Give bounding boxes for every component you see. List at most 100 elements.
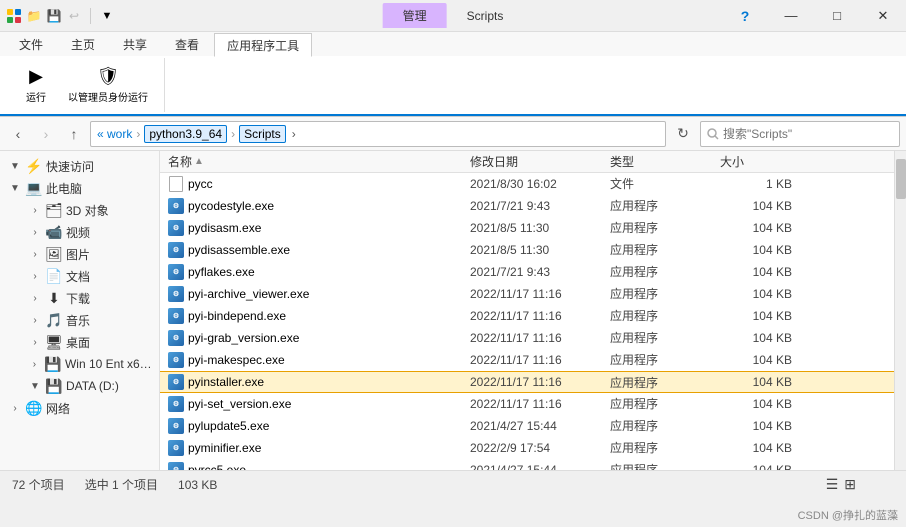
file-size-cell: 104 KB (720, 441, 800, 455)
ribbon: 文件 主页 共享 查看 应用程序工具 ▶ 运行 🛡 以管理员身份运行 (0, 32, 906, 117)
breadcrumb-scripts[interactable]: Scripts (239, 125, 286, 143)
run-button[interactable]: ▶ 运行 (16, 62, 56, 108)
file-type-cell: 应用程序 (610, 197, 720, 214)
file-icon-wrapper: ⚙ (168, 330, 184, 346)
back-button[interactable]: ‹ (6, 122, 30, 146)
col-header-size[interactable]: 大小 (720, 153, 800, 170)
sidebar-item-documents[interactable]: › 📄 文档 (0, 265, 159, 287)
file-size-cell: 104 KB (720, 287, 800, 301)
table-row[interactable]: ⚙ pydisasm.exe 2021/8/5 11:30 应用程序 104 K… (160, 217, 894, 239)
maximize-button[interactable]: □ (814, 0, 860, 32)
file-size-cell: 104 KB (720, 199, 800, 213)
sidebar-item-music[interactable]: › 🎵 音乐 (0, 309, 159, 331)
pictures-label: 图片 (66, 246, 90, 263)
table-row[interactable]: ⚙ pyi-archive_viewer.exe 2022/11/17 11:1… (160, 283, 894, 305)
col-header-type[interactable]: 类型 (610, 153, 720, 170)
refresh-button[interactable]: ↻ (670, 121, 696, 147)
file-name-label: pyi-set_version.exe (188, 397, 291, 411)
col-header-name[interactable]: 名称 ▲ (160, 153, 470, 170)
tab-view[interactable]: 查看 (162, 32, 212, 56)
sidebar-item-downloads[interactable]: › ⬇ 下载 (0, 287, 159, 309)
table-row[interactable]: ⚙ pylupdate5.exe 2021/4/27 15:44 应用程序 10… (160, 415, 894, 437)
item-count: 72 个项目 (12, 476, 65, 493)
file-icon-wrapper: ⚙ (168, 462, 184, 471)
file-type-cell: 应用程序 (610, 329, 720, 346)
col-size-label: 大小 (720, 153, 744, 170)
file-date-cell: 2022/11/17 11:16 (470, 309, 610, 323)
search-input[interactable] (723, 127, 893, 141)
breadcrumb-python[interactable]: python3.9_64 (144, 125, 227, 143)
sidebar-item-pictures[interactable]: › 🖼 图片 (0, 243, 159, 265)
table-row[interactable]: ⚙ pyflakes.exe 2021/7/21 9:43 应用程序 104 K… (160, 261, 894, 283)
sort-arrow-icon: ▲ (194, 156, 204, 167)
table-row[interactable]: ⚙ pyi-set_version.exe 2022/11/17 11:16 应… (160, 393, 894, 415)
col-header-date[interactable]: 修改日期 (470, 153, 610, 170)
table-row[interactable]: ⚙ pyi-bindepend.exe 2022/11/17 11:16 应用程… (160, 305, 894, 327)
run-label: 运行 (26, 89, 46, 104)
file-type-cell: 应用程序 (610, 395, 720, 412)
sidebar-item-drive-c[interactable]: › 💾 Win 10 Ent x64 (C (0, 353, 159, 375)
address-bar[interactable]: « work › python3.9_64 › Scripts › (90, 121, 666, 147)
forward-button[interactable]: › (34, 122, 58, 146)
help-button[interactable]: ? (722, 0, 768, 32)
file-type-cell: 应用程序 (610, 285, 720, 302)
tab-file[interactable]: 文件 (6, 32, 56, 56)
ribbon-content: ▶ 运行 🛡 以管理员身份运行 (0, 56, 906, 116)
desktop-chevron: › (28, 335, 42, 349)
table-row[interactable]: ⚙ pydisassemble.exe 2021/8/5 11:30 应用程序 … (160, 239, 894, 261)
sidebar-item-network[interactable]: › 🌐 网络 (0, 397, 159, 419)
breadcrumb-work[interactable]: « work (97, 127, 132, 141)
file-type-cell: 应用程序 (610, 241, 720, 258)
3d-label: 3D 对象 (66, 202, 109, 219)
table-row[interactable]: ⚙ pyminifier.exe 2022/2/9 17:54 应用程序 104… (160, 437, 894, 459)
file-date-cell: 2022/2/9 17:54 (470, 441, 610, 455)
minimize-button[interactable]: — (768, 0, 814, 32)
table-row[interactable]: ⚙ pycodestyle.exe 2021/7/21 9:43 应用程序 10… (160, 195, 894, 217)
tab-share[interactable]: 共享 (110, 32, 160, 56)
scrollbar-track[interactable] (894, 151, 906, 470)
table-row[interactable]: pycc 2021/8/30 16:02 文件 1 KB (160, 173, 894, 195)
sidebar-item-this-pc[interactable]: ▼ 💻 此电脑 (0, 177, 159, 199)
list-view-icon[interactable]: ☰ (826, 476, 839, 493)
tab-app-tools[interactable]: 应用程序工具 (214, 33, 312, 57)
exe-icon: ⚙ (168, 264, 184, 280)
file-name-label: pyi-archive_viewer.exe (188, 287, 309, 301)
file-name-label: pyrcc5.exe (188, 463, 246, 471)
up-button[interactable]: ↑ (62, 122, 86, 146)
table-row[interactable]: ⚙ pyi-grab_version.exe 2022/11/17 11:16 … (160, 327, 894, 349)
table-row[interactable]: ⚙ pyrcc5.exe 2021/4/27 15:44 应用程序 104 KB (160, 459, 894, 470)
exe-icon: ⚙ (168, 418, 184, 434)
table-row[interactable]: ⚙ pyi-makespec.exe 2022/11/17 11:16 应用程序… (160, 349, 894, 371)
tab-home[interactable]: 主页 (58, 32, 108, 56)
file-date-cell: 2021/7/21 9:43 (470, 199, 610, 213)
sidebar-item-video[interactable]: › 📹 视频 (0, 221, 159, 243)
file-name-cell: ⚙ pyi-bindepend.exe (160, 308, 470, 324)
breadcrumb-expand-icon[interactable]: › (292, 127, 296, 141)
pictures-chevron: › (28, 247, 42, 261)
sidebar-item-desktop[interactable]: › 🖥 桌面 (0, 331, 159, 353)
music-icon: 🎵 (46, 312, 62, 328)
search-box[interactable] (700, 121, 900, 147)
table-row[interactable]: ⚙ pyinstaller.exe 2022/11/17 11:16 应用程序 … (160, 371, 894, 393)
scrollbar-thumb[interactable] (896, 159, 906, 199)
file-icon-wrapper: ⚙ (168, 440, 184, 456)
close-button[interactable]: ✕ (860, 0, 906, 32)
file-size-cell: 104 KB (720, 375, 800, 389)
exe-icon: ⚙ (168, 198, 184, 214)
file-type-cell: 文件 (610, 175, 720, 192)
grid-view-icon[interactable]: ⊞ (844, 476, 856, 493)
sidebar-item-3d[interactable]: › 🗂 3D 对象 (0, 199, 159, 221)
title-bar-center: 管理 Scripts (383, 3, 524, 28)
dropdown-icon[interactable]: ▼ (99, 8, 115, 24)
file-name-label: pydisasm.exe (188, 221, 261, 235)
video-icon: 📹 (46, 224, 62, 240)
this-pc-icon: 💻 (26, 180, 42, 196)
run-as-admin-button[interactable]: 🛡 以管理员身份运行 (60, 62, 156, 108)
run-admin-icon: 🛡 (97, 66, 120, 87)
drive-c-label: Win 10 Ent x64 (C (65, 357, 155, 371)
sidebar-item-quick-access[interactable]: ▼ ⚡ 快速访问 (0, 155, 159, 177)
file-date-cell: 2022/11/17 11:16 (470, 331, 610, 345)
file-size-cell: 104 KB (720, 353, 800, 367)
sidebar-item-drive-d[interactable]: ▼ 💾 DATA (D:) (0, 375, 159, 397)
downloads-chevron: › (28, 291, 42, 305)
